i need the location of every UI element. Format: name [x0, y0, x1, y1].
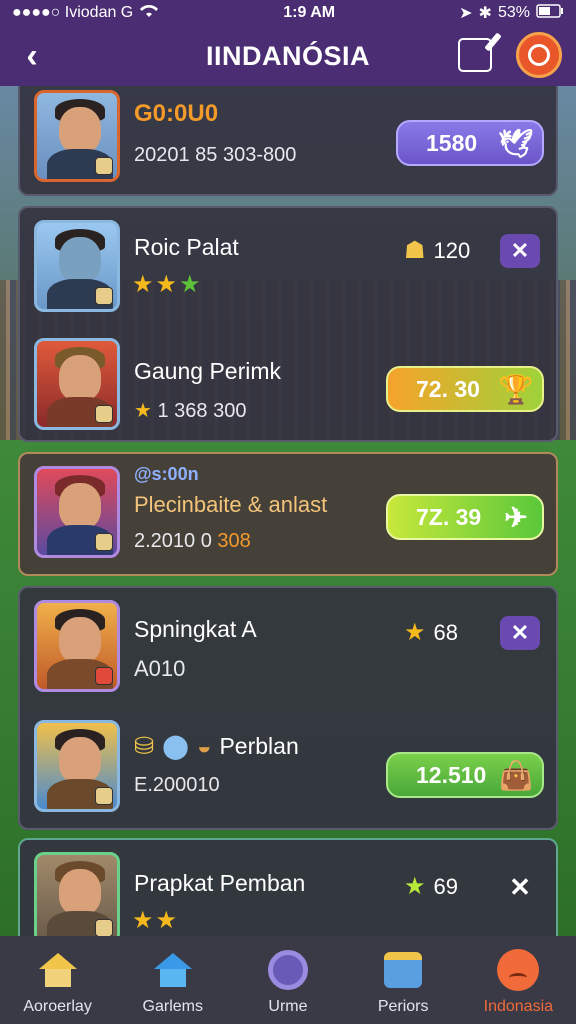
bag-icon: 👜	[498, 760, 534, 791]
value-button[interactable]: 7Z. 39 ✈	[386, 494, 544, 540]
player-name: Plecinbaite & anlast	[134, 492, 328, 517]
avatar	[34, 338, 120, 430]
tab-label: Aoroerlay	[23, 998, 92, 1015]
player-subtitle: ★ 1 368 300	[134, 400, 247, 422]
bowl-icon: ◒	[196, 732, 212, 760]
stat-count: ★ 68	[404, 619, 458, 646]
list-item[interactable]: @s:00n Plecinbaite & anlast 2.2010 0 308…	[18, 452, 558, 576]
status-bar: ●●●●○ Iviodan G 1:9 AM ➤ ✱ 53%	[0, 0, 576, 26]
value-label: 72. 30	[416, 375, 480, 402]
star-icon: ★	[134, 400, 152, 422]
rating-stars: ★★	[132, 906, 179, 935]
player-name: Spningkat A	[134, 616, 257, 642]
item-icons: ⛁ ⬤ ◒ Perblan	[134, 732, 299, 761]
app-header: ‹ IINDANÓSIA	[0, 26, 576, 86]
battery-icon	[536, 3, 564, 23]
stat-count: ☗ 120	[404, 237, 471, 264]
tab-label: Indonasia	[483, 998, 554, 1015]
plane-icon: ✈	[504, 502, 528, 533]
avatar	[34, 220, 120, 312]
location-arrow-icon: ➤	[459, 5, 473, 22]
star-icon: ★	[404, 873, 426, 900]
player-name: Gaung Perimk	[134, 358, 282, 384]
close-icon: ✕	[510, 620, 530, 645]
remove-button[interactable]: ✕	[500, 616, 540, 650]
value-label: 7Z. 39	[416, 503, 482, 530]
player-name: Perblan	[219, 733, 299, 759]
bluetooth-icon: ✱	[478, 5, 492, 22]
avatar	[34, 600, 120, 692]
player-subtitle: 20201 85 303-800	[134, 144, 297, 166]
tab-games[interactable]: Garlems	[118, 948, 228, 1016]
player-subtitle: 2.2010 0 308	[134, 530, 251, 552]
star-icon: ★	[155, 271, 180, 298]
trophy-icon: 🏆	[498, 374, 534, 405]
remove-button[interactable]: ✕	[500, 870, 540, 904]
tab-label: Garlems	[142, 998, 203, 1015]
list-item[interactable]: G0:0U0 20201 85 303-800 1580 🕊	[18, 86, 558, 196]
target-icon	[528, 44, 550, 66]
tab-periods[interactable]: Periors	[348, 948, 458, 1016]
value-label: 12.510	[416, 761, 487, 788]
target-button[interactable]	[516, 32, 562, 78]
wifi-icon	[139, 3, 159, 24]
star-icon: ★	[132, 271, 156, 298]
avatar	[34, 852, 120, 936]
list-item[interactable]: Prapkat Pemban ★★ ★ 69 ✕	[18, 838, 558, 936]
ring-icon	[266, 948, 310, 992]
player-tag: @s:00n	[134, 464, 199, 484]
bird-icon: 🕊	[498, 128, 534, 159]
page-title: IINDANÓSIA	[205, 40, 370, 71]
stat-count: ★ 69	[404, 873, 458, 900]
avatar	[34, 720, 120, 812]
player-name: Prapkat Pemban	[134, 870, 306, 896]
value-button[interactable]: 1580 🕊	[396, 120, 544, 166]
star-icon: ★	[132, 907, 156, 934]
star-icon: ★	[404, 619, 426, 646]
player-subtitle: E.200010	[134, 774, 220, 796]
status-time: 1:9 AM	[283, 4, 336, 21]
carrier-label: ●●●●○ Iviodan G	[12, 4, 134, 21]
tab-center[interactable]: Urme	[233, 948, 343, 1016]
remove-button[interactable]: ✕	[500, 234, 540, 268]
player-name: G0:0U0	[134, 100, 219, 127]
close-icon: ✕	[509, 871, 531, 902]
back-button[interactable]: ‹	[14, 36, 50, 75]
cap-icon: ☗	[404, 237, 426, 264]
list-item[interactable]: Spningkat A A010 ★ 68 ✕ ⛁ ⬤ ◒ Perblan E.…	[18, 586, 558, 830]
player-name: Roic Palat	[134, 234, 239, 260]
star-icon: ★	[179, 271, 203, 298]
avatar	[34, 90, 120, 182]
value-button[interactable]: 12.510 👜	[386, 752, 544, 798]
avatar	[34, 466, 120, 558]
player-list[interactable]: G0:0U0 20201 85 303-800 1580 🕊 Roic Pala…	[18, 86, 558, 936]
tab-label: Periors	[377, 998, 429, 1015]
player-subtitle: A010	[134, 656, 186, 681]
value-label: 1580	[426, 129, 478, 156]
home-icon	[36, 948, 80, 992]
can-icon: ⬤	[162, 733, 189, 760]
close-icon: ✕	[510, 238, 530, 263]
star-icon: ★	[155, 907, 180, 934]
battery-percent: 53%	[497, 4, 530, 21]
value-button[interactable]: 72. 30 🏆	[386, 366, 544, 412]
edit-button[interactable]	[458, 38, 492, 72]
tab-indonesia[interactable]: Indonasia	[463, 948, 573, 1016]
chevron-left-icon: ‹	[26, 36, 38, 75]
tab-home[interactable]: Aoroerlay	[3, 948, 113, 1016]
list-item[interactable]: Roic Palat ★★★ ☗ 120 ✕ Gaung Perimk ★ 1 …	[18, 206, 558, 442]
tab-label: Urme	[268, 998, 308, 1015]
tab-bar: Aoroerlay Garlems Urme Periors Indonasia	[0, 936, 576, 1024]
coins-icon: ⛁	[134, 733, 155, 760]
rating-stars: ★★★	[132, 270, 203, 299]
box-icon	[381, 948, 425, 992]
home-icon	[151, 948, 195, 992]
smiley-icon	[496, 948, 540, 992]
